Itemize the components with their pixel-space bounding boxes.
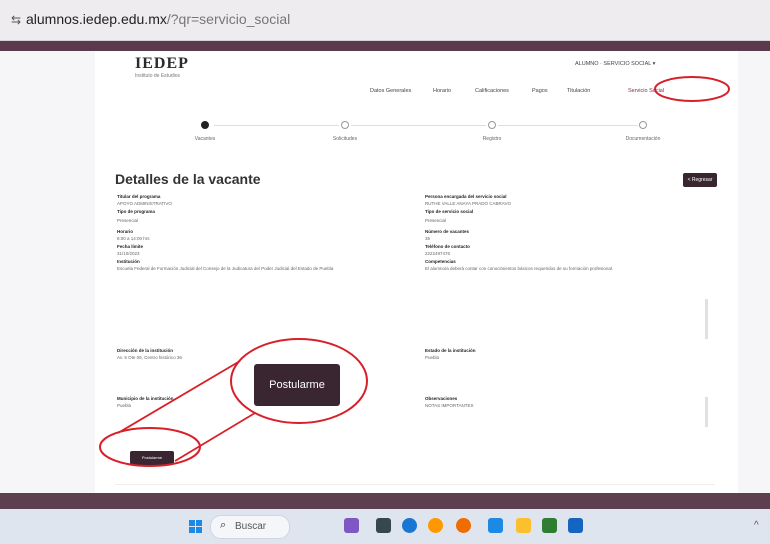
url-path: /?qr=servicio_social <box>166 11 291 27</box>
url-text[interactable]: alumnos.iedep.edu.mx/?qr=servicio_social <box>26 11 290 27</box>
site-settings-icon[interactable]: ⇆ <box>11 13 21 27</box>
edge-icon[interactable] <box>402 518 417 533</box>
excel-icon[interactable] <box>542 518 557 533</box>
annotation-overlay <box>99 76 730 467</box>
callout-line <box>174 412 256 462</box>
widgets-icon[interactable] <box>344 518 359 533</box>
search-icon: ⌕ <box>220 519 227 531</box>
windows-start-icon[interactable] <box>189 520 202 533</box>
taskbar-search-label: Buscar <box>235 521 267 532</box>
browser-url-bar[interactable]: ⇆ alumnos.iedep.edu.mx/?qr=servicio_soci… <box>0 0 770 41</box>
chevron-up-icon[interactable]: ^ <box>754 520 759 531</box>
highlight-circle <box>654 76 730 102</box>
store-icon[interactable] <box>488 518 503 533</box>
page: IEDEP Instituto de Estudios ALUMNO · SER… <box>0 41 770 493</box>
callout-line <box>117 360 241 434</box>
firefox-icon[interactable] <box>456 518 471 533</box>
page-footer <box>0 493 770 509</box>
task-view-icon[interactable] <box>376 518 391 533</box>
word-icon[interactable] <box>568 518 583 533</box>
highlight-circle <box>99 427 201 467</box>
file-explorer-icon[interactable] <box>516 518 531 533</box>
chrome-icon[interactable] <box>428 518 443 533</box>
url-host: alumnos.iedep.edu.mx <box>26 11 167 27</box>
highlight-circle <box>230 338 368 424</box>
